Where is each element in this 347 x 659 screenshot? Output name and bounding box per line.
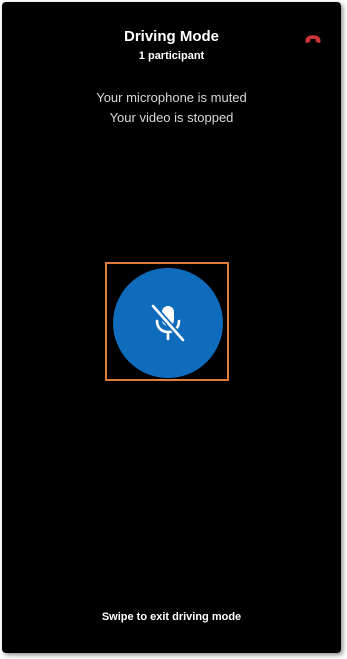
microphone-status: Your microphone is muted xyxy=(96,90,247,105)
participant-count: 1 participant xyxy=(138,50,205,62)
swipe-to-exit-hint[interactable]: Swipe to exit driving mode xyxy=(2,611,341,623)
video-status: Your video is stopped xyxy=(109,110,234,125)
hang-up-phone-icon xyxy=(305,35,321,43)
microphone-off-icon xyxy=(150,303,186,343)
unmute-button[interactable] xyxy=(113,268,223,378)
hang-up-button[interactable] xyxy=(304,32,322,44)
page-title: Driving Mode xyxy=(123,28,219,45)
driving-mode-screen: Driving Mode 1 participant Your micropho… xyxy=(2,2,341,653)
